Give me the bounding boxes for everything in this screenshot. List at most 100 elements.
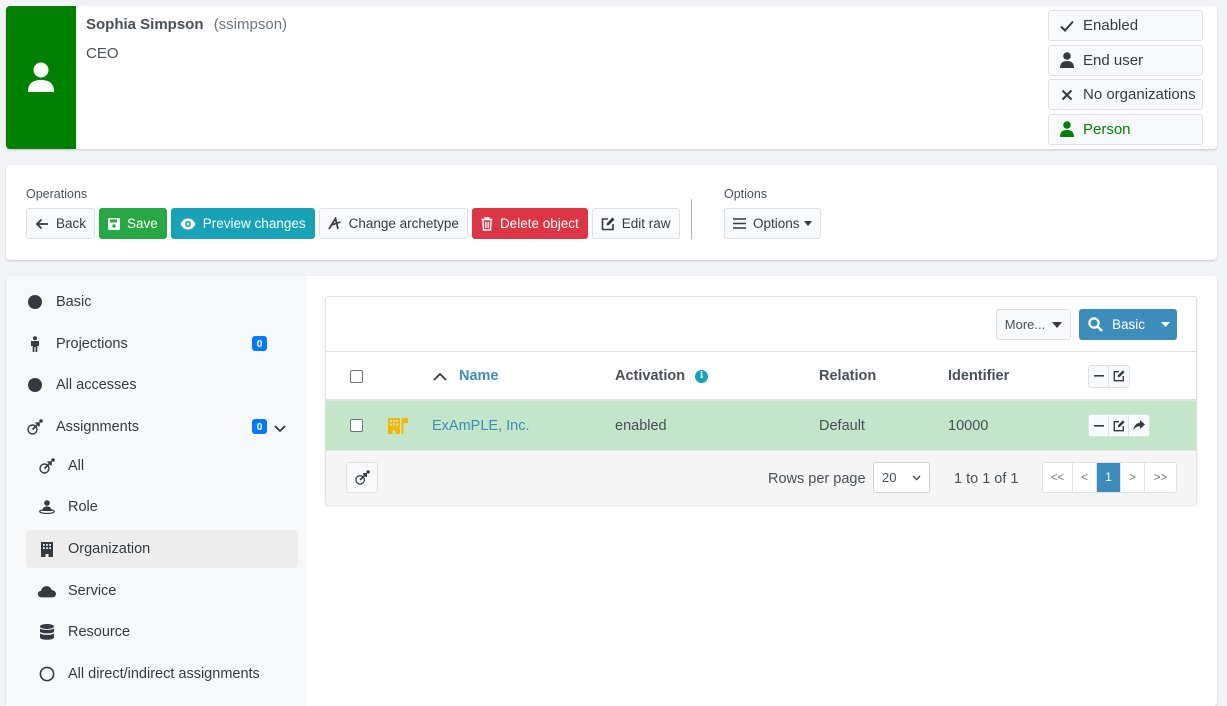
header-actions [1088,353,1130,399]
archetype-icon [327,217,341,230]
first-page-button[interactable]: << [1043,463,1073,492]
tag-no-organizations: No organizations [1048,79,1203,110]
share-icon [1133,420,1145,431]
select-all-checkbox[interactable] [350,369,363,383]
page-1-button[interactable]: 1 [1097,463,1121,492]
sidebar-item-projections[interactable]: Projections 0 [26,325,298,363]
tag-person: Person [1048,113,1203,145]
preview-changes-button[interactable]: Preview changes [170,208,315,239]
caret-down-icon [803,221,812,226]
sidebar-item-role[interactable]: Role [26,488,298,526]
previous-page-button[interactable]: < [1073,463,1097,492]
object-title: Sophia Simpson (ssimpson) [86,16,287,33]
column-label: Relation [819,368,877,384]
more-dropdown-button[interactable]: More... [996,309,1071,340]
edit-raw-button[interactable]: Edit raw [591,208,680,239]
info-icon[interactable]: i [695,369,709,383]
search-icon [1088,317,1103,332]
table-toolbar: More... Basic [326,297,1196,352]
tag-enabled: Enabled [1048,10,1203,41]
user-icon [1059,121,1075,137]
edit-icon [1113,419,1125,431]
operations-panel: Operations Back Save Preview changes Cha… [6,165,1217,260]
sidebar-item-service[interactable]: Service [26,572,298,610]
check-icon [1059,20,1075,32]
tag-label: End user [1083,51,1144,69]
column-label: Identifier [948,368,1010,384]
column-name[interactable]: Name [433,353,499,399]
last-page-button[interactable]: >> [1145,463,1176,492]
select-all-checkbox-cell [350,353,363,399]
rows-per-page-select[interactable]: 20 [873,462,930,493]
sidebar-item-all-direct-indirect[interactable]: All direct/indirect assignments [26,655,298,693]
sidebar-item-label: Organization [68,541,151,557]
sidebar-item-organization[interactable]: Organization [26,530,298,568]
sidebar: Basic Projections 0 All accesses Assignm… [6,276,306,706]
unassign-button[interactable] [1089,415,1109,436]
circle-icon [26,294,44,310]
row-actions [1088,401,1150,450]
avatar [6,6,76,149]
back-button[interactable]: Back [26,208,96,239]
sidebar-item-label: Basic [56,294,92,310]
caret-down-icon [1052,321,1063,328]
display-name: Sophia Simpson [86,16,204,33]
arrow-left-icon [35,218,48,229]
new-assignment-button[interactable] [346,462,378,493]
eye-icon [180,218,196,229]
save-button[interactable]: Save [99,208,167,239]
options-label: Options [724,187,768,201]
unassign-selected-button[interactable] [1089,365,1109,387]
column-relation: Relation [819,353,876,399]
chevron-down-icon [912,474,921,481]
search-mode-button[interactable]: Basic [1079,309,1177,340]
row-name[interactable]: ExAmPLE, Inc. [432,401,530,450]
search-mode-toggle[interactable] [1153,322,1177,327]
search-button[interactable]: Basic [1079,317,1153,332]
row-checkbox-cell [350,401,363,450]
operations-buttons: Back Save Preview changes Change archety… [26,208,680,239]
organization-icon [388,401,408,450]
row-name-link[interactable]: ExAmPLE, Inc. [432,418,530,434]
next-page-button[interactable]: > [1121,463,1145,492]
sidebar-item-all-accesses[interactable]: All accesses [26,366,298,404]
button-label: Save [127,216,158,231]
building-icon [38,541,56,557]
assignment-icon [26,419,44,435]
pagination: << < 1 > >> [1042,462,1177,493]
sidebar-item-resource[interactable]: Resource [26,613,298,651]
delete-object-button[interactable]: Delete object [471,208,588,239]
navigate-button[interactable] [1129,415,1149,436]
button-label: More... [1004,317,1046,332]
chevron-down-icon[interactable] [274,421,286,437]
circle-icon [26,377,44,393]
row-checkbox[interactable] [350,419,363,432]
edit-icon [1113,370,1125,382]
minus-icon [1093,375,1104,377]
button-label: Preview changes [202,216,306,231]
options-buttons: Options [724,208,821,239]
change-archetype-button[interactable]: Change archetype [318,208,468,239]
times-icon [1059,89,1075,101]
assignments-table: More... Basic Name Activation i Relation… [325,296,1197,505]
options-dropdown-button[interactable]: Options [724,208,821,239]
count-badge: 0 [252,419,267,434]
header-action-group [1088,364,1130,388]
count-badge: 0 [252,336,267,351]
sidebar-item-basic[interactable]: Basic [26,283,298,321]
details-panel: Basic Projections 0 All accesses Assignm… [6,276,1217,706]
table-row[interactable]: ExAmPLE, Inc. enabled Default 10000 [326,401,1196,450]
sidebar-item-label: Projections [56,336,128,352]
row-activation: enabled [615,417,667,434]
minus-icon [1093,424,1104,427]
role-icon [38,500,56,514]
table-header: Name Activation i Relation Identifier [326,353,1196,401]
status-tags: Enabled End user No organizations Person [1048,10,1203,148]
assignment-icon [354,470,370,485]
edit-selected-button[interactable] [1109,366,1129,387]
select-value: 20 [882,470,897,485]
sidebar-item-all[interactable]: All [26,447,298,485]
operations-label: Operations [26,187,88,201]
sidebar-item-assignments[interactable]: Assignments 0 [26,408,298,446]
edit-button[interactable] [1109,415,1129,436]
